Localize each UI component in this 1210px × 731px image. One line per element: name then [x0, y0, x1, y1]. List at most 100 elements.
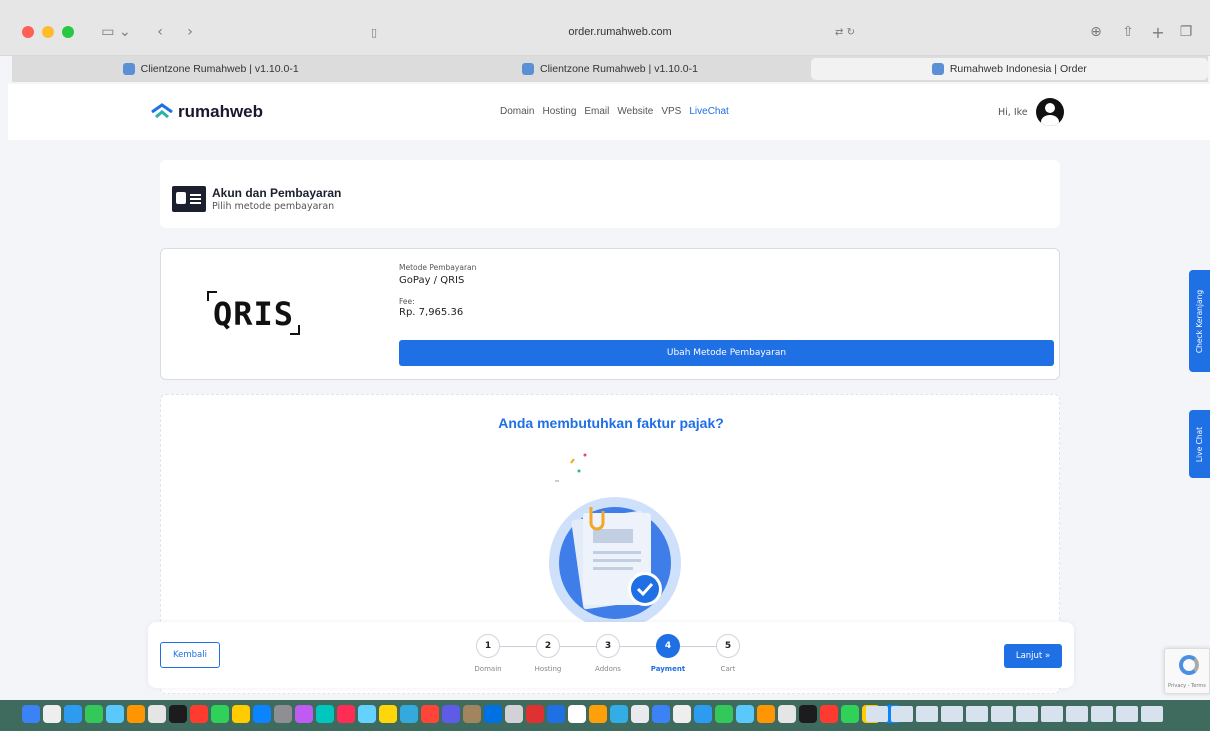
- dock-app-icon[interactable]: [148, 705, 166, 723]
- step-hosting[interactable]: 2 Hosting: [528, 634, 568, 673]
- dock-app-icon[interactable]: [190, 705, 208, 723]
- dock-window-thumbnail[interactable]: [891, 706, 913, 722]
- avatar-icon[interactable]: [1035, 98, 1064, 126]
- dock-app-icon[interactable]: [736, 705, 754, 723]
- dock-app-icon[interactable]: [22, 705, 40, 723]
- dock-windows: [866, 706, 1163, 722]
- browser-tab-active[interactable]: Rumahweb Indonesia | Order: [810, 58, 1208, 80]
- dock-app-icon[interactable]: [505, 705, 523, 723]
- main-content: Akun dan Pembayaran Pilih metode pembaya…: [8, 140, 1210, 700]
- dock-window-thumbnail[interactable]: [1041, 706, 1063, 722]
- dock-app-icon[interactable]: [547, 705, 565, 723]
- step-payment[interactable]: 4 Payment: [648, 634, 688, 673]
- dock-app-icon[interactable]: [337, 705, 355, 723]
- dock-app-icon[interactable]: [169, 705, 187, 723]
- step-addons[interactable]: 3 Addons: [588, 634, 628, 673]
- dock-window-thumbnail[interactable]: [866, 706, 888, 722]
- close-window-button[interactable]: [22, 26, 34, 38]
- step-cart[interactable]: 5 Cart: [708, 634, 748, 673]
- address-bar[interactable]: order.rumahweb.com: [385, 20, 855, 44]
- dock-app-icon[interactable]: [652, 705, 670, 723]
- browser-tab[interactable]: Clientzone Rumahweb | v1.10.0-1: [411, 58, 808, 80]
- dock-window-thumbnail[interactable]: [1141, 706, 1163, 722]
- dock-app-icon[interactable]: [673, 705, 691, 723]
- forward-nav-icon[interactable]: ›: [180, 20, 200, 44]
- nav-livechat[interactable]: LiveChat: [689, 106, 728, 117]
- dock-app-icon[interactable]: [610, 705, 628, 723]
- dock-window-thumbnail[interactable]: [1066, 706, 1088, 722]
- dock-app-icon[interactable]: [799, 705, 817, 723]
- user-menu[interactable]: Hi, Ike: [998, 98, 1064, 126]
- dock-app-icon[interactable]: [484, 705, 502, 723]
- step-label: Addons: [595, 665, 621, 673]
- dock-app-icon[interactable]: [631, 705, 649, 723]
- back-button[interactable]: Kembali: [160, 642, 220, 668]
- dock-app-icon[interactable]: [85, 705, 103, 723]
- dock-app-icon[interactable]: [253, 705, 271, 723]
- minimize-window-button[interactable]: [42, 26, 54, 38]
- dock-app-icon[interactable]: [64, 705, 82, 723]
- live-chat-tab[interactable]: Live Chat: [1189, 410, 1210, 478]
- sidebar-toggle-icon[interactable]: ▭ ⌄: [96, 20, 136, 44]
- dock-app-icon[interactable]: [43, 705, 61, 723]
- dock-app-icon[interactable]: [316, 705, 334, 723]
- dock-window-thumbnail[interactable]: [1116, 706, 1138, 722]
- step-indicator: 1 Domain 2 Hosting 3 Addons 4 Payment 5 …: [468, 634, 758, 680]
- dock-app-icon[interactable]: [442, 705, 460, 723]
- maximize-window-button[interactable]: [62, 26, 74, 38]
- dock-app-icon[interactable]: [358, 705, 376, 723]
- shield-icon[interactable]: ▯: [365, 20, 383, 44]
- dock-app-icon[interactable]: [757, 705, 775, 723]
- dock-app-icon[interactable]: [400, 705, 418, 723]
- share-icon[interactable]: ⇧: [1118, 20, 1138, 44]
- rumahweb-logo[interactable]: rumahweb: [150, 102, 263, 122]
- dock-window-thumbnail[interactable]: [991, 706, 1013, 722]
- back-nav-icon[interactable]: ‹: [150, 20, 170, 44]
- dock-app-icon[interactable]: [127, 705, 145, 723]
- dock-app-icon[interactable]: [568, 705, 586, 723]
- dock-app-icon[interactable]: [211, 705, 229, 723]
- step-domain[interactable]: 1 Domain: [468, 634, 508, 673]
- tab-overview-icon[interactable]: ❐: [1176, 20, 1196, 44]
- dock-app-icon[interactable]: [841, 705, 859, 723]
- check-cart-tab[interactable]: Check Keranjang: [1189, 270, 1210, 372]
- new-tab-icon[interactable]: +: [1148, 20, 1168, 44]
- recaptcha-badge[interactable]: Privacy - Terms: [1164, 648, 1210, 694]
- qris-logo: QRIS: [206, 291, 301, 335]
- dock-app-icon[interactable]: [421, 705, 439, 723]
- nav-vps[interactable]: VPS: [661, 106, 681, 117]
- recaptcha-text: Privacy - Terms: [1168, 683, 1206, 689]
- dock-app-icon[interactable]: [274, 705, 292, 723]
- dock-app-icon[interactable]: [526, 705, 544, 723]
- dock-app-icon[interactable]: [463, 705, 481, 723]
- dock-app-icon[interactable]: [589, 705, 607, 723]
- browser-tab[interactable]: Clientzone Rumahweb | v1.10.0-1: [12, 58, 409, 80]
- nav-hosting[interactable]: Hosting: [542, 106, 576, 117]
- download-icon[interactable]: ⊕: [1086, 20, 1106, 44]
- section-subtitle: Pilih metode pembayaran: [212, 201, 335, 212]
- dock-app-icon[interactable]: [232, 705, 250, 723]
- dock-app-icon[interactable]: [295, 705, 313, 723]
- dock-window-thumbnail[interactable]: [1091, 706, 1113, 722]
- dock-app-icon[interactable]: [778, 705, 796, 723]
- nav-email[interactable]: Email: [584, 106, 609, 117]
- dock-app-icon[interactable]: [379, 705, 397, 723]
- translate-icon[interactable]: ⇄ ↻: [830, 20, 860, 44]
- live-chat-label: Live Chat: [1195, 426, 1205, 462]
- dock-app-icon[interactable]: [694, 705, 712, 723]
- dock-app-icon[interactable]: [106, 705, 124, 723]
- dock-window-thumbnail[interactable]: [941, 706, 963, 722]
- nav-domain[interactable]: Domain: [500, 106, 534, 117]
- step-number: 3: [596, 634, 620, 658]
- dock-app-icon[interactable]: [715, 705, 733, 723]
- tab-label: Clientzone Rumahweb | v1.10.0-1: [140, 63, 299, 75]
- dock-app-icon[interactable]: [820, 705, 838, 723]
- dock-window-thumbnail[interactable]: [1016, 706, 1038, 722]
- tax-question: Anda membutuhkan faktur pajak?: [498, 415, 724, 431]
- dock-window-thumbnail[interactable]: [916, 706, 938, 722]
- nav-website[interactable]: Website: [617, 106, 653, 117]
- greeting: Hi, Ike: [998, 106, 1028, 118]
- next-button[interactable]: Lanjut »: [1004, 644, 1062, 668]
- change-payment-method-button[interactable]: Ubah Metode Pembayaran: [399, 340, 1054, 366]
- dock-window-thumbnail[interactable]: [966, 706, 988, 722]
